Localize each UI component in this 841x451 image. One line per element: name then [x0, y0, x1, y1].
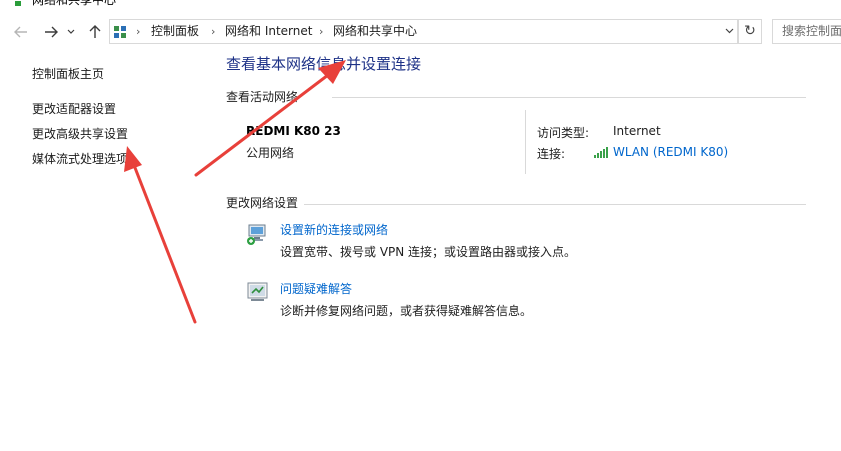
setup-new-connection-link[interactable]: 设置新的连接或网络 [280, 221, 388, 238]
breadcrumb-separator: › [136, 25, 141, 38]
sidebar-item-media-streaming-options[interactable]: 媒体流式处理选项 [32, 150, 128, 167]
control-panel-icon [114, 26, 126, 38]
navigation-bar: › 控制面板 › 网络和 Internet › 网络和共享中心 ↻ 搜索控制面板 [0, 17, 841, 47]
connection-label: 连接: [537, 147, 566, 161]
breadcrumb-separator: › [211, 25, 216, 38]
refresh-button[interactable]: ↻ [738, 19, 762, 44]
network-type: 公用网络 [246, 146, 295, 160]
troubleshoot-icon [247, 282, 268, 301]
wifi-signal-icon [594, 147, 608, 158]
column-divider [525, 110, 526, 174]
change-settings-heading: 更改网络设置 [226, 196, 299, 210]
chevron-down-icon[interactable] [64, 21, 78, 43]
access-type-label: 访问类型: [537, 126, 590, 140]
breadcrumb-network-sharing-center[interactable]: 网络和共享中心 [333, 20, 417, 43]
connection-link[interactable]: WLAN (REDMI K80) [613, 145, 728, 159]
sidebar-item-advanced-sharing-settings[interactable]: 更改高级共享设置 [32, 125, 128, 142]
window-title: 网络和共享中心 [32, 0, 117, 7]
new-connection-icon [247, 224, 266, 245]
network-name: REDMI K80 23 [246, 124, 341, 138]
breadcrumb-control-panel[interactable]: 控制面板 [151, 20, 199, 43]
troubleshoot-link[interactable]: 问题疑难解答 [280, 280, 352, 297]
address-bar[interactable]: › 控制面板 › 网络和 Internet › 网络和共享中心 [109, 19, 738, 44]
sidebar-item-change-adapter-settings[interactable]: 更改适配器设置 [32, 100, 116, 117]
address-dropdown-icon[interactable] [725, 20, 734, 43]
back-arrow-icon[interactable] [10, 21, 32, 43]
section-divider [332, 97, 806, 98]
forward-arrow-icon[interactable] [40, 21, 62, 43]
setup-new-connection-description: 设置宽带、拨号或 VPN 连接；或设置路由器或接入点。 [280, 245, 577, 259]
page-title: 查看基本网络信息并设置连接 [226, 55, 422, 73]
troubleshoot-description: 诊断并修复网络问题，或者获得疑难解答信息。 [280, 304, 533, 318]
section-divider [304, 204, 806, 205]
up-arrow-icon[interactable] [84, 21, 106, 43]
search-input[interactable]: 搜索控制面板 [772, 19, 841, 44]
network-center-icon [15, 1, 21, 6]
annotation-arrow-to-sidebar [124, 146, 197, 324]
breadcrumb-separator: › [319, 25, 324, 38]
title-bar: 网络和共享中心 [0, 0, 841, 10]
breadcrumb-network-internet[interactable]: 网络和 Internet [225, 20, 312, 43]
access-type-value: Internet [613, 124, 661, 138]
sidebar-item-control-panel-home[interactable]: 控制面板主页 [32, 65, 104, 82]
active-networks-heading: 查看活动网络 [226, 90, 299, 104]
